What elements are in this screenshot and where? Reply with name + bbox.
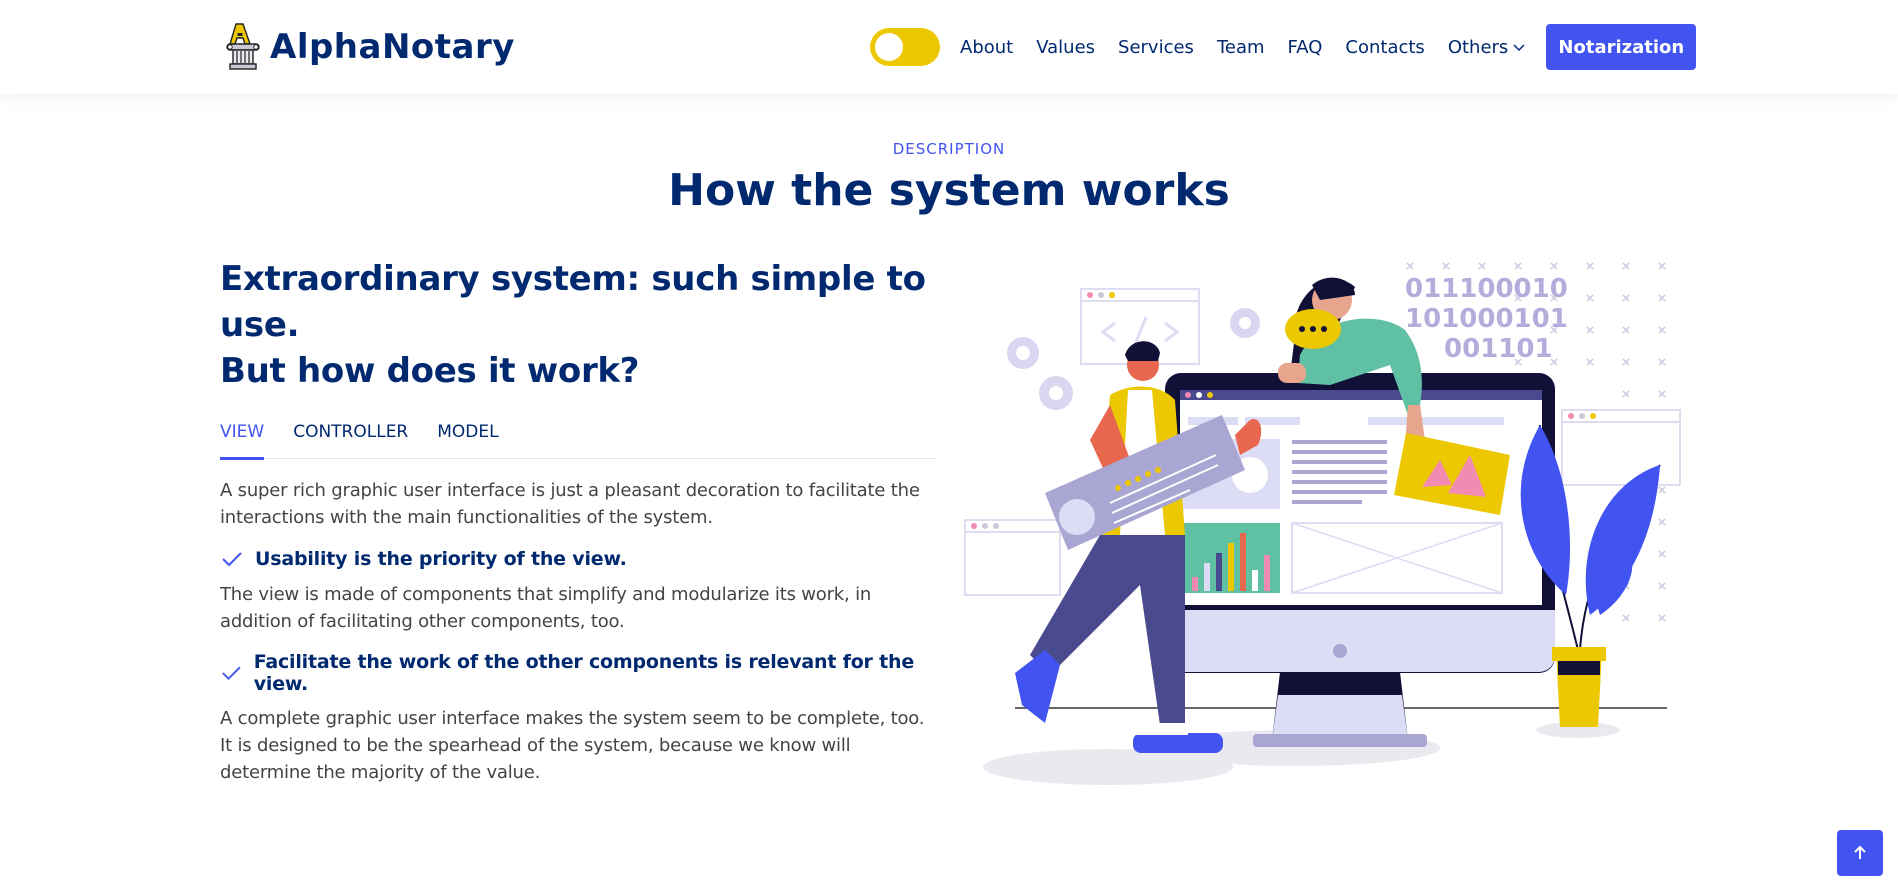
point-2-title: Facilitate the work of the other compone… (253, 651, 915, 695)
section-title: How the system works (668, 165, 1230, 216)
arrow-up-icon (1854, 845, 1866, 859)
nav-values[interactable]: Values (1036, 37, 1095, 58)
site-header: AlphaNotary About Values Services Team F… (0, 0, 1898, 94)
nav-services[interactable]: Services (1118, 37, 1194, 58)
nav-others-dropdown[interactable]: Others (1448, 37, 1527, 58)
tab-controller[interactable]: CONTROLLER (293, 422, 408, 459)
check-icon (222, 552, 242, 567)
binary-code-text: 011100010 101000101 001101 (1405, 274, 1568, 364)
nav-about[interactable]: About (960, 37, 1013, 58)
subtitle-line-2: But how does it work? (220, 351, 640, 391)
nav-others-label: Others (1447, 36, 1509, 58)
main-nav: About Values Services Team FAQ Contacts … (870, 24, 1697, 70)
system-illustration: 011100010 101000101 001101 (964, 262, 1681, 785)
back-to-top-button[interactable] (1837, 830, 1883, 876)
intro-text: A super rich graphic user interface is j… (220, 480, 920, 528)
point-2-text: A complete graphic user interface makes … (220, 708, 925, 783)
toggle-knob (875, 33, 903, 61)
nav-team[interactable]: Team (1217, 37, 1265, 58)
brand-logo[interactable]: AlphaNotary (224, 22, 515, 72)
window-decoration-left (964, 519, 1061, 596)
point-2: Facilitate the work of the other compone… (220, 651, 936, 695)
point-1-text: The view is made of components that simp… (220, 584, 872, 632)
point-1: Usability is the priority of the view. (220, 547, 936, 571)
content-subtitle: Extraordinary system: such simple to use… (220, 256, 936, 394)
brand-name: AlphaNotary (270, 27, 515, 67)
point-1-title: Usability is the priority of the view. (255, 548, 627, 570)
binary-line-2: 101000101 (1405, 304, 1568, 334)
theme-toggle[interactable] (870, 28, 940, 66)
tab-model[interactable]: MODEL (437, 422, 498, 459)
tab-view[interactable]: VIEW (220, 422, 265, 460)
window-decoration-right (1561, 409, 1681, 486)
feature-content: Extraordinary system: such simple to use… (220, 256, 936, 786)
check-icon (222, 666, 241, 681)
chevron-down-icon (1513, 44, 1525, 52)
feature-tabs: VIEW CONTROLLER MODEL (220, 422, 936, 460)
section-eyebrow: Description (892, 140, 1006, 158)
nav-contacts[interactable]: Contacts (1345, 37, 1424, 58)
notary-pillar-logo-icon (226, 23, 260, 70)
binary-line-3: 001101 (1444, 334, 1553, 364)
subtitle-line-1: Extraordinary system: such simple to use… (220, 259, 926, 345)
binary-line-1: 011100010 (1405, 274, 1568, 304)
notarization-button[interactable]: Notarization (1546, 24, 1697, 70)
nav-faq[interactable]: FAQ (1288, 37, 1323, 58)
